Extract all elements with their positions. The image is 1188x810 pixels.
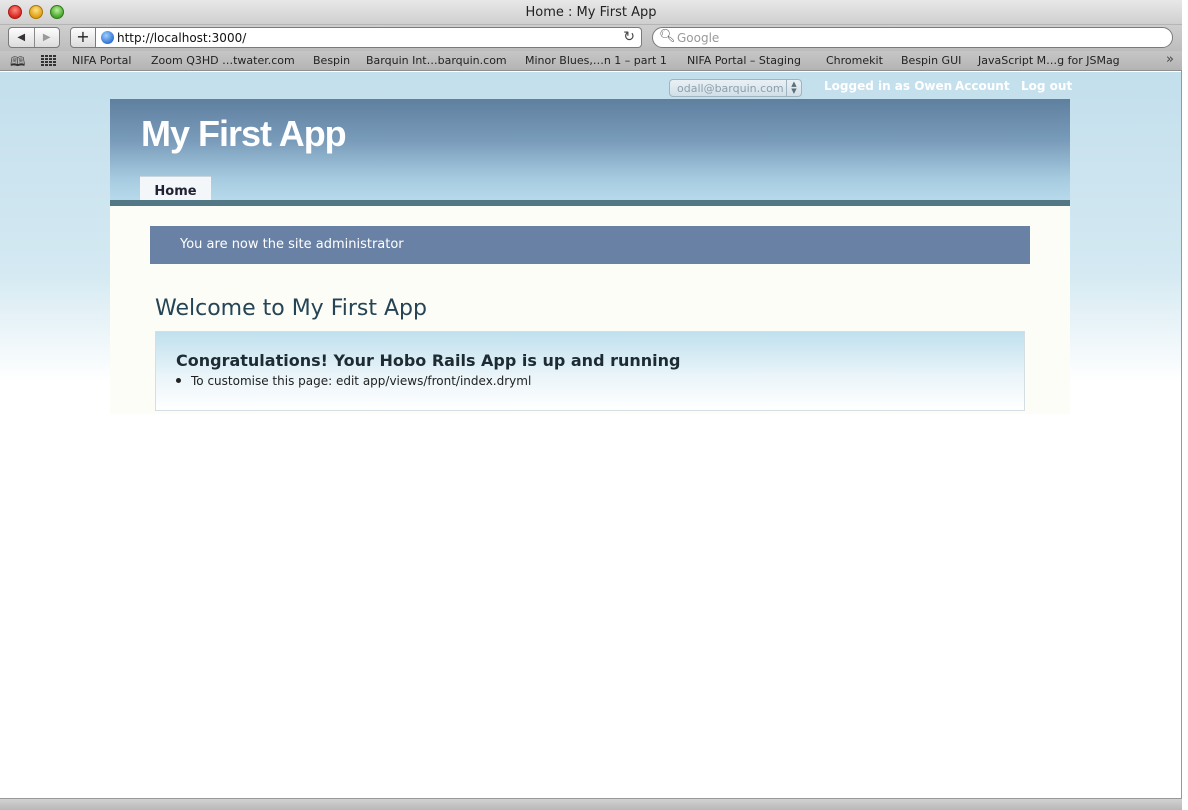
account-link[interactable]: Account — [955, 79, 1010, 93]
account-nav: odall@barquin.com ▲ ▼ Logged in as Owen A… — [0, 72, 1181, 99]
bookmark-item[interactable]: Minor Blues,…n 1 – part 1 — [525, 54, 667, 67]
user-select-value: odall@barquin.com — [677, 82, 784, 95]
status-bar — [0, 798, 1182, 810]
card-list: To customise this page: edit app/views/f… — [176, 374, 531, 388]
bookmark-item[interactable]: Zoom Q3HD …twater.com — [151, 54, 295, 67]
address-url[interactable]: http://localhost:3000/ — [117, 31, 246, 45]
globe-icon — [101, 31, 114, 44]
search-field[interactable]: 🔍︎ Google — [652, 27, 1173, 48]
add-bookmark-button[interactable]: + — [70, 27, 96, 48]
card-heading: Congratulations! Your Hobo Rails App is … — [176, 351, 681, 370]
web-page: odall@barquin.com ▲ ▼ Logged in as Owen A… — [0, 72, 1181, 798]
page-heading: Welcome to My First App — [155, 296, 427, 321]
app-header: My First App Home — [110, 99, 1070, 206]
browser-window: Home : My First App ◀ ▶ + http://localho… — [0, 0, 1182, 810]
back-button[interactable]: ◀ — [9, 28, 34, 47]
bookmark-item[interactable]: JavaScript M…g for JSMag — [978, 54, 1120, 67]
reload-icon[interactable]: ↻ — [623, 29, 635, 45]
bookmark-item[interactable]: Chromekit — [826, 54, 883, 67]
bookmarks-bar: 🕮︎ NIFA Portal Zoom Q3HD …twater.com Bes… — [0, 51, 1182, 71]
top-sites-grid-icon[interactable] — [41, 55, 56, 66]
bookmark-item[interactable]: Barquin Int…barquin.com — [366, 54, 507, 67]
app-title[interactable]: My First App — [141, 113, 347, 155]
search-input[interactable]: Google — [677, 31, 719, 45]
forward-button[interactable]: ▶ — [33, 28, 60, 47]
bookmark-item[interactable]: Bespin GUI — [901, 54, 961, 67]
bookmark-item[interactable]: NIFA Portal — [72, 54, 131, 67]
bullet-icon — [176, 378, 181, 383]
logout-link[interactable]: Log out — [1021, 79, 1072, 93]
browser-toolbar: ◀ ▶ + http://localhost:3000/ ↻ 🔍︎ Google — [0, 25, 1182, 51]
select-arrows-icon: ▲ ▼ — [786, 80, 801, 96]
history-buttons: ◀ ▶ — [8, 27, 60, 48]
user-select[interactable]: odall@barquin.com ▲ ▼ — [669, 79, 802, 97]
welcome-card: Congratulations! Your Hobo Rails App is … — [155, 331, 1025, 411]
logged-in-link[interactable]: Logged in as Owen — [824, 79, 952, 93]
address-bar[interactable]: http://localhost:3000/ ↻ — [96, 27, 642, 48]
bookmark-item[interactable]: NIFA Portal – Staging — [687, 54, 801, 67]
list-item: To customise this page: edit app/views/f… — [176, 374, 531, 388]
bookmark-item[interactable]: Bespin — [313, 54, 350, 67]
bookmarks-overflow-icon[interactable]: » — [1166, 52, 1174, 67]
window-title: Home : My First App — [525, 5, 657, 20]
list-item-text: To customise this page: edit app/views/f… — [191, 374, 532, 388]
flash-notice: You are now the site administrator — [150, 226, 1030, 264]
title-bar: Home : My First App — [0, 0, 1182, 25]
search-icon: 🔍︎ — [659, 29, 676, 44]
main-content: You are now the site administrator Welco… — [110, 206, 1070, 414]
